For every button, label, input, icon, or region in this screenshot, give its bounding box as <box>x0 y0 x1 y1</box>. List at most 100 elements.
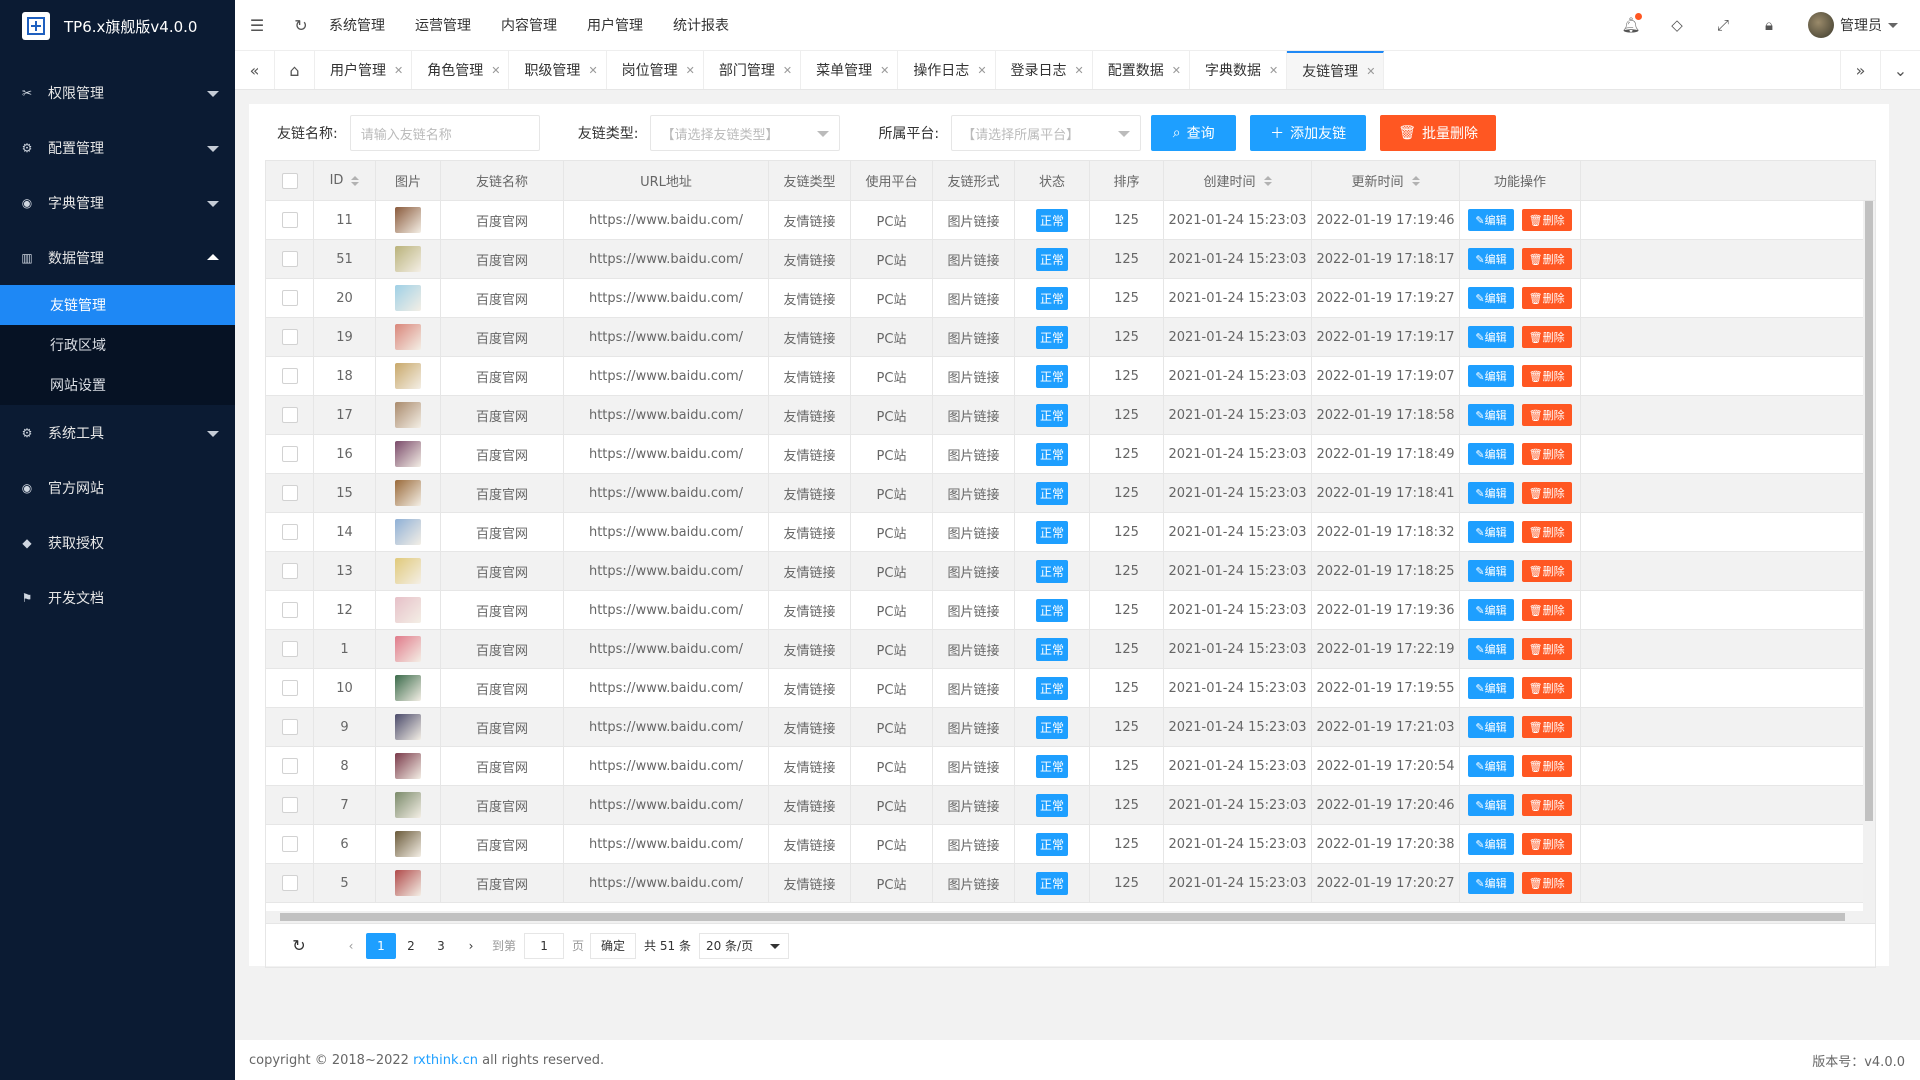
row-checkbox[interactable] <box>281 563 298 579</box>
row-checkbox[interactable] <box>281 524 298 540</box>
delete-button[interactable]: 🗑︎ 删除 <box>1521 833 1572 855</box>
tab-item[interactable]: 配置数据 ✕ <box>1093 51 1190 89</box>
link-thumbnail[interactable] <box>395 831 421 857</box>
sidebar-item-7[interactable]: ◆ 获取授权 <box>0 515 235 570</box>
edit-button[interactable]: ✎ 编辑 <box>1468 872 1514 894</box>
link-thumbnail[interactable] <box>395 285 421 311</box>
row-checkbox[interactable] <box>281 836 298 852</box>
type-select[interactable]: 【请选择友链类型】 <box>650 115 841 151</box>
goto-page-input[interactable]: 1 <box>524 932 565 959</box>
edit-button[interactable]: ✎ 编辑 <box>1468 209 1514 231</box>
tag-icon[interactable]: ◇ <box>1654 16 1700 34</box>
delete-button[interactable]: 🗑︎ 删除 <box>1521 716 1572 738</box>
sort-icon[interactable] <box>1263 175 1272 186</box>
row-checkbox[interactable] <box>281 875 298 891</box>
link-thumbnail[interactable] <box>395 207 421 233</box>
edit-button[interactable]: ✎ 编辑 <box>1468 365 1514 387</box>
delete-button[interactable]: 🗑︎ 删除 <box>1521 326 1572 348</box>
sort-icon[interactable] <box>351 175 360 186</box>
query-button[interactable]: ⌕ 查询 <box>1151 115 1237 151</box>
sort-asc-icon[interactable] <box>351 175 360 180</box>
close-icon[interactable]: ✕ <box>977 64 986 77</box>
close-icon[interactable]: ✕ <box>686 64 695 77</box>
goto-confirm-button[interactable]: 确定 <box>590 932 637 959</box>
edit-button[interactable]: ✎ 编辑 <box>1468 599 1514 621</box>
link-thumbnail[interactable] <box>395 480 421 506</box>
edit-button[interactable]: ✎ 编辑 <box>1468 560 1514 582</box>
row-checkbox[interactable] <box>281 368 298 384</box>
link-thumbnail[interactable] <box>395 792 421 818</box>
horizontal-scrollbar[interactable] <box>266 911 1875 923</box>
top-nav-item[interactable]: 系统管理 <box>329 15 385 35</box>
delete-button[interactable]: 🗑︎ 删除 <box>1521 365 1572 387</box>
edit-button[interactable]: ✎ 编辑 <box>1468 755 1514 777</box>
edit-button[interactable]: ✎ 编辑 <box>1468 248 1514 270</box>
vertical-scroll-thumb[interactable] <box>1865 201 1873 821</box>
row-checkbox[interactable] <box>281 251 298 267</box>
row-checkbox[interactable] <box>281 602 298 618</box>
link-thumbnail[interactable] <box>395 753 421 779</box>
link-thumbnail[interactable] <box>395 636 421 662</box>
edit-button[interactable]: ✎ 编辑 <box>1468 833 1514 855</box>
delete-button[interactable]: 🗑︎ 删除 <box>1521 599 1572 621</box>
tab-item[interactable]: 职级管理 ✕ <box>509 51 607 89</box>
link-thumbnail[interactable] <box>395 246 421 272</box>
delete-button[interactable]: 🗑︎ 删除 <box>1521 560 1572 582</box>
link-thumbnail[interactable] <box>395 597 421 623</box>
delete-button[interactable]: 🗑︎ 删除 <box>1521 755 1572 777</box>
page-number[interactable]: 1 <box>366 932 396 959</box>
sidebar-item-3[interactable]: ◉ 字典管理 <box>0 175 235 230</box>
sidebar-item-5[interactable]: ⚙ 系统工具 <box>0 405 235 460</box>
row-checkbox[interactable] <box>281 680 298 696</box>
menu-toggle-icon[interactable]: ☰ <box>235 0 279 50</box>
platform-select[interactable]: 【请选择所属平台】 <box>951 115 1142 151</box>
close-icon[interactable]: ✕ <box>1366 65 1375 78</box>
sidebar-subitem-1[interactable]: 友链管理 <box>0 285 235 325</box>
edit-button[interactable]: ✎ 编辑 <box>1468 794 1514 816</box>
batch-delete-button[interactable]: 🗑︎ 批量删除 <box>1380 115 1497 151</box>
tab-item[interactable]: 操作日志 ✕ <box>898 51 996 89</box>
sort-asc-icon[interactable] <box>1263 175 1272 180</box>
row-checkbox[interactable] <box>281 485 298 501</box>
close-icon[interactable]: ✕ <box>880 64 889 77</box>
site-link[interactable]: rxthink.cn <box>413 1053 478 1068</box>
close-icon[interactable]: ✕ <box>491 64 500 77</box>
logo[interactable]: TP6.x旗舰版v4.0.0 <box>0 0 235 52</box>
sidebar-item-8[interactable]: ⚑ 开发文档 <box>0 570 235 625</box>
sidebar-subitem-2[interactable]: 行政区域 <box>0 325 235 365</box>
delete-button[interactable]: 🗑︎ 删除 <box>1521 209 1572 231</box>
edit-button[interactable]: ✎ 编辑 <box>1468 404 1514 426</box>
delete-button[interactable]: 🗑︎ 删除 <box>1521 521 1572 543</box>
refresh-icon[interactable]: ↻ <box>279 0 323 50</box>
row-checkbox[interactable] <box>281 641 298 657</box>
top-nav-item[interactable]: 用户管理 <box>587 15 643 35</box>
row-checkbox[interactable] <box>281 407 298 423</box>
home-tab-icon[interactable]: ⌂ <box>275 51 315 89</box>
page-number[interactable]: 2 <box>396 933 426 959</box>
delete-button[interactable]: 🗑︎ 删除 <box>1521 248 1572 270</box>
vertical-scrollbar[interactable] <box>1863 201 1875 911</box>
bell-icon[interactable]: 🔔︎ <box>1608 13 1654 34</box>
name-input[interactable]: 请输入友链名称 <box>349 115 540 151</box>
delete-button[interactable]: 🗑︎ 删除 <box>1521 404 1572 426</box>
add-link-button[interactable]: ＋ 添加友链 <box>1250 115 1367 151</box>
tab-item[interactable]: 字典数据 ✕ <box>1190 51 1288 89</box>
delete-button[interactable]: 🗑︎ 删除 <box>1521 638 1572 660</box>
edit-button[interactable]: ✎ 编辑 <box>1468 677 1514 699</box>
delete-button[interactable]: 🗑︎ 删除 <box>1521 872 1572 894</box>
tab-item[interactable]: 部门管理 ✕ <box>704 51 802 89</box>
link-thumbnail[interactable] <box>395 870 421 896</box>
sort-desc-icon[interactable] <box>1411 181 1420 186</box>
delete-button[interactable]: 🗑︎ 删除 <box>1521 794 1572 816</box>
link-thumbnail[interactable] <box>395 558 421 584</box>
edit-button[interactable]: ✎ 编辑 <box>1468 443 1514 465</box>
tab-item[interactable]: 角色管理 ✕ <box>412 51 510 89</box>
sidebar-item-1[interactable]: ✂ 权限管理 <box>0 65 235 120</box>
edit-button[interactable]: ✎ 编辑 <box>1468 482 1514 504</box>
lock-icon[interactable]: 🔒︎ <box>1746 16 1792 34</box>
row-checkbox[interactable] <box>281 797 298 813</box>
link-thumbnail[interactable] <box>395 324 421 350</box>
sort-desc-icon[interactable] <box>351 181 360 186</box>
next-page-icon[interactable]: › <box>456 933 486 959</box>
close-icon[interactable]: ✕ <box>1269 64 1278 77</box>
